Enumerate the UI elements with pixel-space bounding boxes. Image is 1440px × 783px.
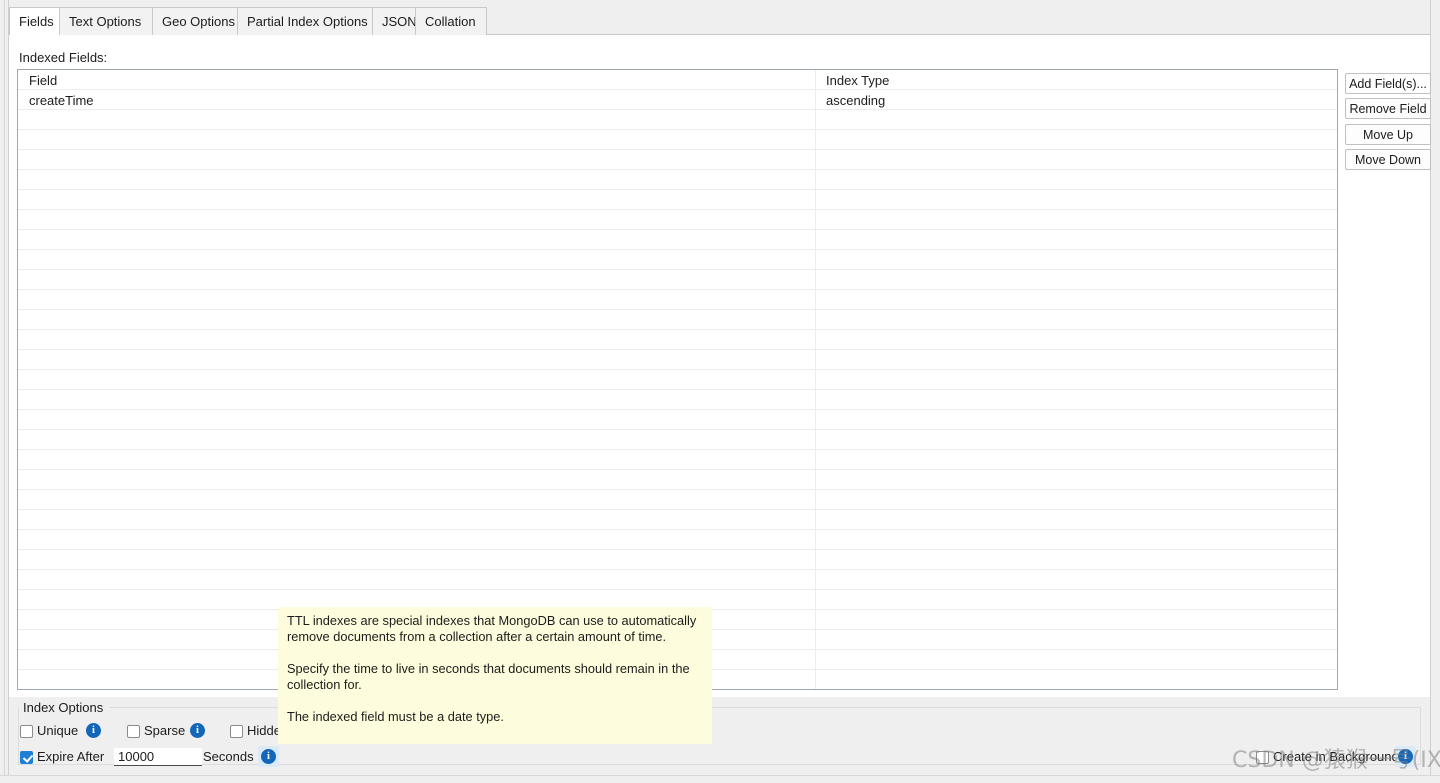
table-row[interactable] <box>18 370 1337 390</box>
table-row[interactable] <box>18 510 1337 530</box>
table-row[interactable] <box>18 390 1337 410</box>
sparse-info-icon[interactable]: i <box>190 723 205 738</box>
tooltip-paragraph-3: The indexed field must be a date type. <box>287 709 504 724</box>
tab-geo-options[interactable]: Geo Options <box>152 7 238 35</box>
table-row[interactable] <box>18 290 1337 310</box>
window-left-edge <box>0 0 9 783</box>
add-fields-button[interactable]: Add Field(s)... <box>1345 73 1431 94</box>
tab-json-label: JSON <box>382 14 417 29</box>
table-row[interactable] <box>18 250 1337 270</box>
create-index-dialog: Fields Text Options Geo Options Partial … <box>0 0 1440 783</box>
indexed-fields-label: Indexed Fields: <box>19 50 108 65</box>
table-row[interactable] <box>18 130 1337 150</box>
expire-after-units-label: Seconds <box>203 749 254 764</box>
index-options-title: Index Options <box>21 700 106 715</box>
remove-field-button[interactable]: Remove Field <box>1345 98 1431 119</box>
table-cell-index-type-0[interactable]: ascending <box>826 91 885 111</box>
move-up-button-label: Move Up <box>1362 128 1414 142</box>
tab-collation-label: Collation <box>425 14 476 29</box>
sparse-label: Sparse <box>144 723 186 738</box>
table-row[interactable] <box>18 330 1337 350</box>
window-left-edge-line <box>4 0 5 783</box>
expire-after-label: Expire After <box>37 749 105 764</box>
tab-collation[interactable]: Collation <box>415 7 487 35</box>
table-row[interactable] <box>18 450 1337 470</box>
table-row[interactable] <box>18 410 1337 430</box>
move-down-button-label: Move Down <box>1355 153 1421 167</box>
tab-fields[interactable]: Fields <box>9 7 60 36</box>
unique-label: Unique <box>37 723 79 738</box>
table-row[interactable] <box>18 150 1337 170</box>
remove-field-button-label: Remove Field <box>1349 102 1427 116</box>
table-row[interactable] <box>18 350 1337 370</box>
window-bottom-strip <box>0 775 1440 783</box>
table-row[interactable] <box>18 210 1337 230</box>
table-cell-field-0[interactable]: createTime <box>29 91 94 111</box>
tooltip-paragraph-1: TTL indexes are special indexes that Mon… <box>287 613 697 644</box>
table-column-divider <box>815 70 816 689</box>
tab-fields-label: Fields <box>19 14 54 29</box>
table-row[interactable] <box>18 190 1337 210</box>
table-row[interactable] <box>18 470 1337 490</box>
table-row[interactable] <box>18 70 1337 90</box>
tab-text-options[interactable]: Text Options <box>59 7 153 35</box>
tab-geo-options-label: Geo Options <box>162 14 235 29</box>
table-row[interactable] <box>18 550 1337 570</box>
unique-checkbox[interactable] <box>20 725 33 738</box>
window-right-edge <box>1430 0 1440 783</box>
tooltip-paragraph-2: Specify the time to live in seconds that… <box>287 661 690 692</box>
table-header-index-type: Index Type <box>826 73 890 88</box>
table-rows-container <box>18 70 1337 689</box>
tab-bar: Fields Text Options Geo Options Partial … <box>9 7 1430 36</box>
table-header-field: Field <box>29 73 58 88</box>
tab-partial-index-options-label: Partial Index Options <box>247 14 368 29</box>
expire-after-checkbox[interactable] <box>20 751 33 764</box>
tab-text-options-label: Text Options <box>69 14 142 29</box>
expire-after-info-icon[interactable]: i <box>261 749 276 764</box>
table-row[interactable] <box>18 110 1337 130</box>
table-row[interactable] <box>18 430 1337 450</box>
ttl-tooltip: TTL indexes are special indexes that Mon… <box>278 607 712 744</box>
move-down-button[interactable]: Move Down <box>1345 149 1431 170</box>
tab-json[interactable]: JSON <box>372 7 417 35</box>
create-in-background-label: Create in Background <box>1273 749 1399 764</box>
table-row[interactable] <box>18 230 1337 250</box>
table-row[interactable] <box>18 310 1337 330</box>
sparse-checkbox[interactable] <box>127 725 140 738</box>
table-row[interactable] <box>18 170 1337 190</box>
fields-tab-panel: Indexed Fields: Field Index Type createT… <box>9 35 1431 697</box>
create-in-background-checkbox[interactable] <box>1256 751 1269 764</box>
add-fields-button-label: Add Field(s)... <box>1349 77 1427 91</box>
table-row[interactable] <box>18 270 1337 290</box>
move-up-button[interactable]: Move Up <box>1345 124 1431 145</box>
indexed-fields-table[interactable]: Field Index Type createTime ascending <box>17 69 1338 690</box>
tab-partial-index-options[interactable]: Partial Index Options <box>237 7 373 35</box>
table-row[interactable] <box>18 90 1337 110</box>
table-row[interactable] <box>18 570 1337 590</box>
hidden-checkbox[interactable] <box>230 725 243 738</box>
unique-info-icon[interactable]: i <box>86 723 101 738</box>
expire-after-input[interactable] <box>114 748 202 766</box>
table-row[interactable] <box>18 530 1337 550</box>
create-in-background-info-icon[interactable]: i <box>1398 749 1413 764</box>
table-row[interactable] <box>18 490 1337 510</box>
